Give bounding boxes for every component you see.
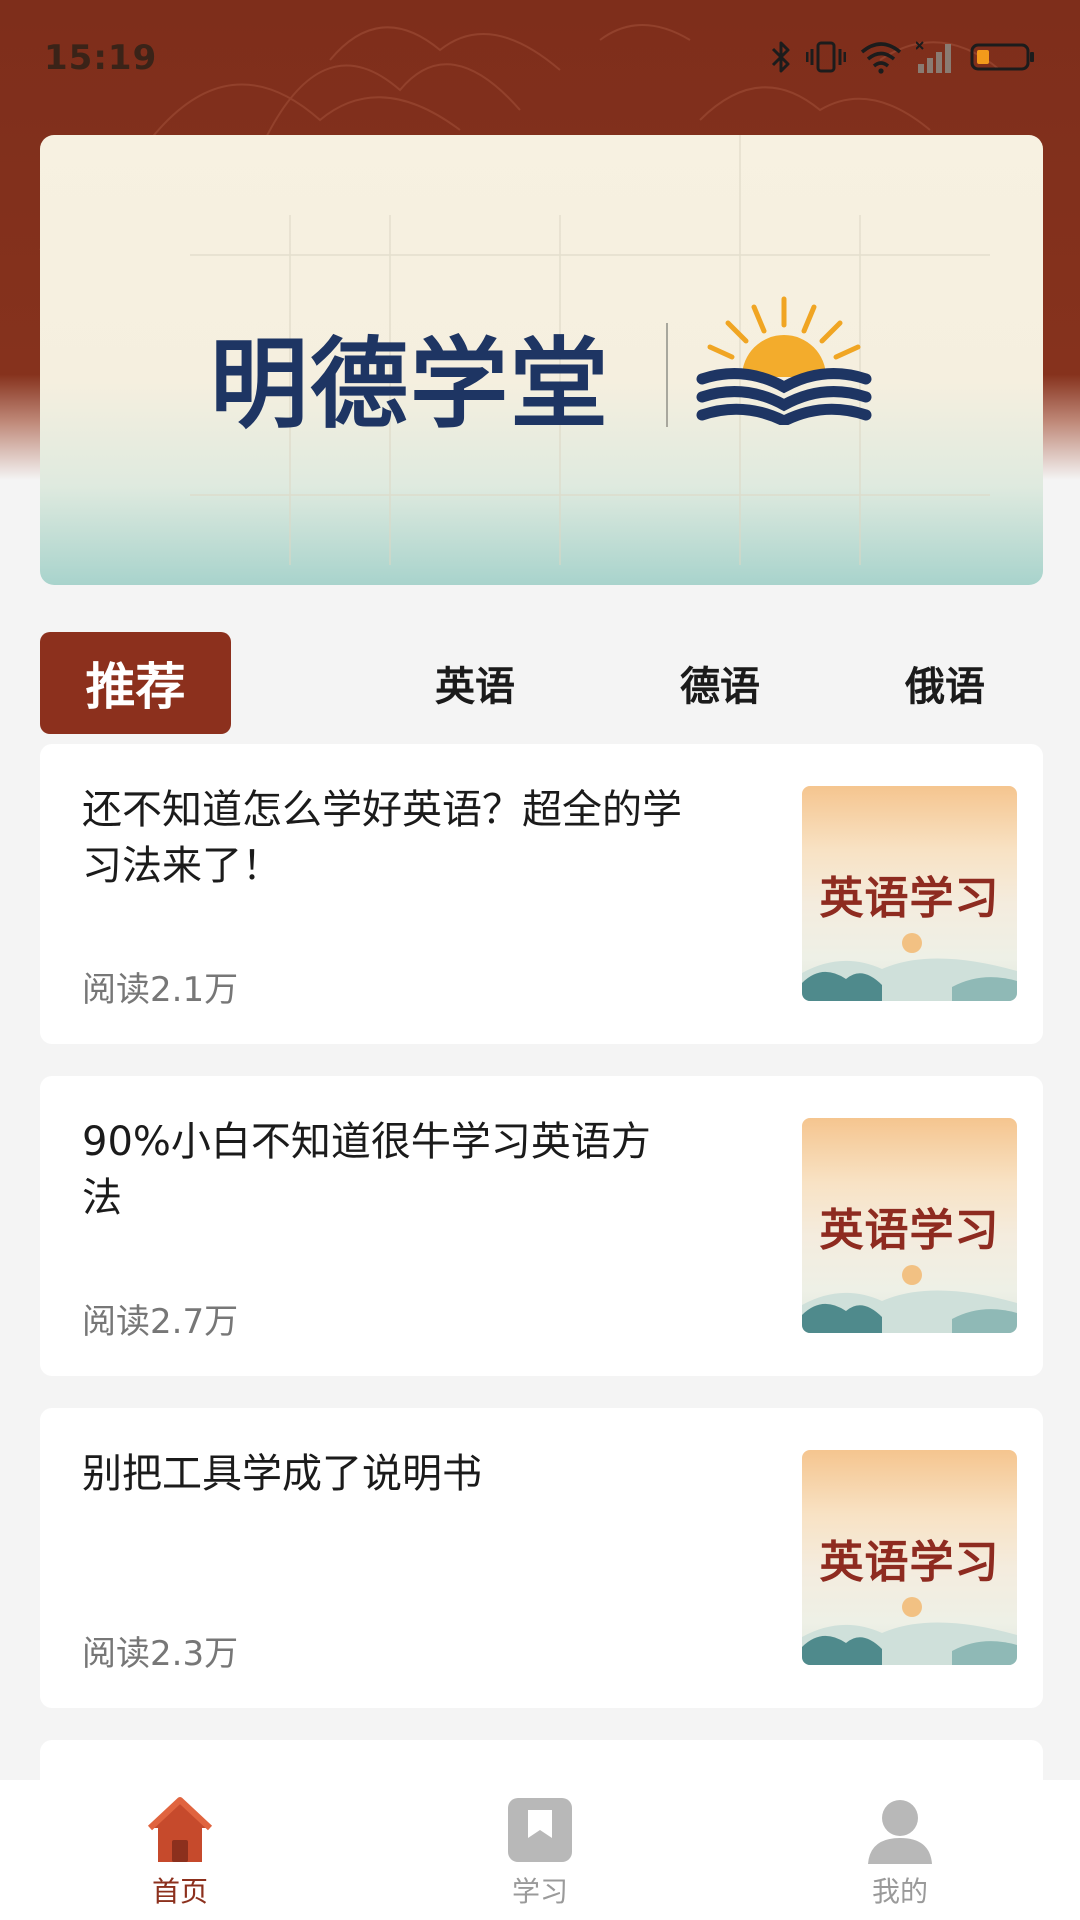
bottom-nav: 首页 学习 我的 <box>0 1780 1080 1920</box>
thumbnail-landscape <box>802 933 1017 1001</box>
article-thumbnail: 英语学习 <box>802 1118 1017 1333</box>
article-card[interactable]: 还不知道怎么学好英语？超全的学习法来了！ 阅读2.1万 英语学习 <box>40 744 1043 1044</box>
status-icons <box>770 40 1036 74</box>
battery-icon <box>970 43 1034 71</box>
thumbnail-landscape <box>802 1265 1017 1333</box>
category-tabs: 推荐 英语 德语 俄语 <box>40 632 1043 734</box>
article-read-count: 阅读2.3万 <box>82 1634 239 1674</box>
tab-german[interactable]: 德语 <box>610 632 830 734</box>
banner-logo-text: 明德学堂 <box>210 327 611 442</box>
tab-english[interactable]: 英语 <box>365 632 585 734</box>
nav-study-label: 学习 <box>511 1875 568 1908</box>
nav-home[interactable]: 首页 <box>0 1780 360 1920</box>
nav-study[interactable]: 学习 <box>360 1780 720 1920</box>
tab-russian[interactable]: 俄语 <box>835 632 1055 734</box>
article-title: 还不知道怎么学好英语？超全的学习法来了！ <box>82 787 682 889</box>
article-title: 90%小白不知道很牛学习英语方法 <box>82 1119 651 1221</box>
home-icon <box>147 1797 213 1862</box>
banner-divider <box>666 323 668 427</box>
bluetooth-icon <box>771 41 790 73</box>
nav-home-label: 首页 <box>151 1875 208 1908</box>
tab-recommend[interactable]: 推荐 <box>40 632 231 734</box>
article-thumbnail: 英语学习 <box>802 786 1017 1001</box>
user-icon <box>868 1800 932 1864</box>
signal-icon <box>916 41 951 73</box>
thumbnail-landscape <box>802 1597 1017 1665</box>
article-read-count: 阅读2.7万 <box>82 1302 239 1342</box>
bookmark-book-icon <box>508 1798 572 1862</box>
article-thumbnail: 英语学习 <box>802 1450 1017 1665</box>
hero-banner[interactable]: 明德学堂 <box>40 135 1043 585</box>
sun-book-logo-icon <box>696 296 872 425</box>
status-time: 15:19 <box>44 38 158 78</box>
wifi-icon <box>860 42 902 74</box>
nav-profile-label: 我的 <box>871 1875 928 1908</box>
vibrate-icon <box>806 41 846 73</box>
nav-profile[interactable]: 我的 <box>720 1780 1080 1920</box>
article-title: 别把工具学成了说明书 <box>82 1451 482 1497</box>
article-read-count: 阅读2.1万 <box>82 970 239 1010</box>
article-card[interactable]: 别把工具学成了说明书 阅读2.3万 英语学习 <box>40 1408 1043 1708</box>
article-card[interactable]: 90%小白不知道很牛学习英语方法 阅读2.7万 英语学习 <box>40 1076 1043 1376</box>
status-bar: 15:19 <box>0 0 1080 116</box>
